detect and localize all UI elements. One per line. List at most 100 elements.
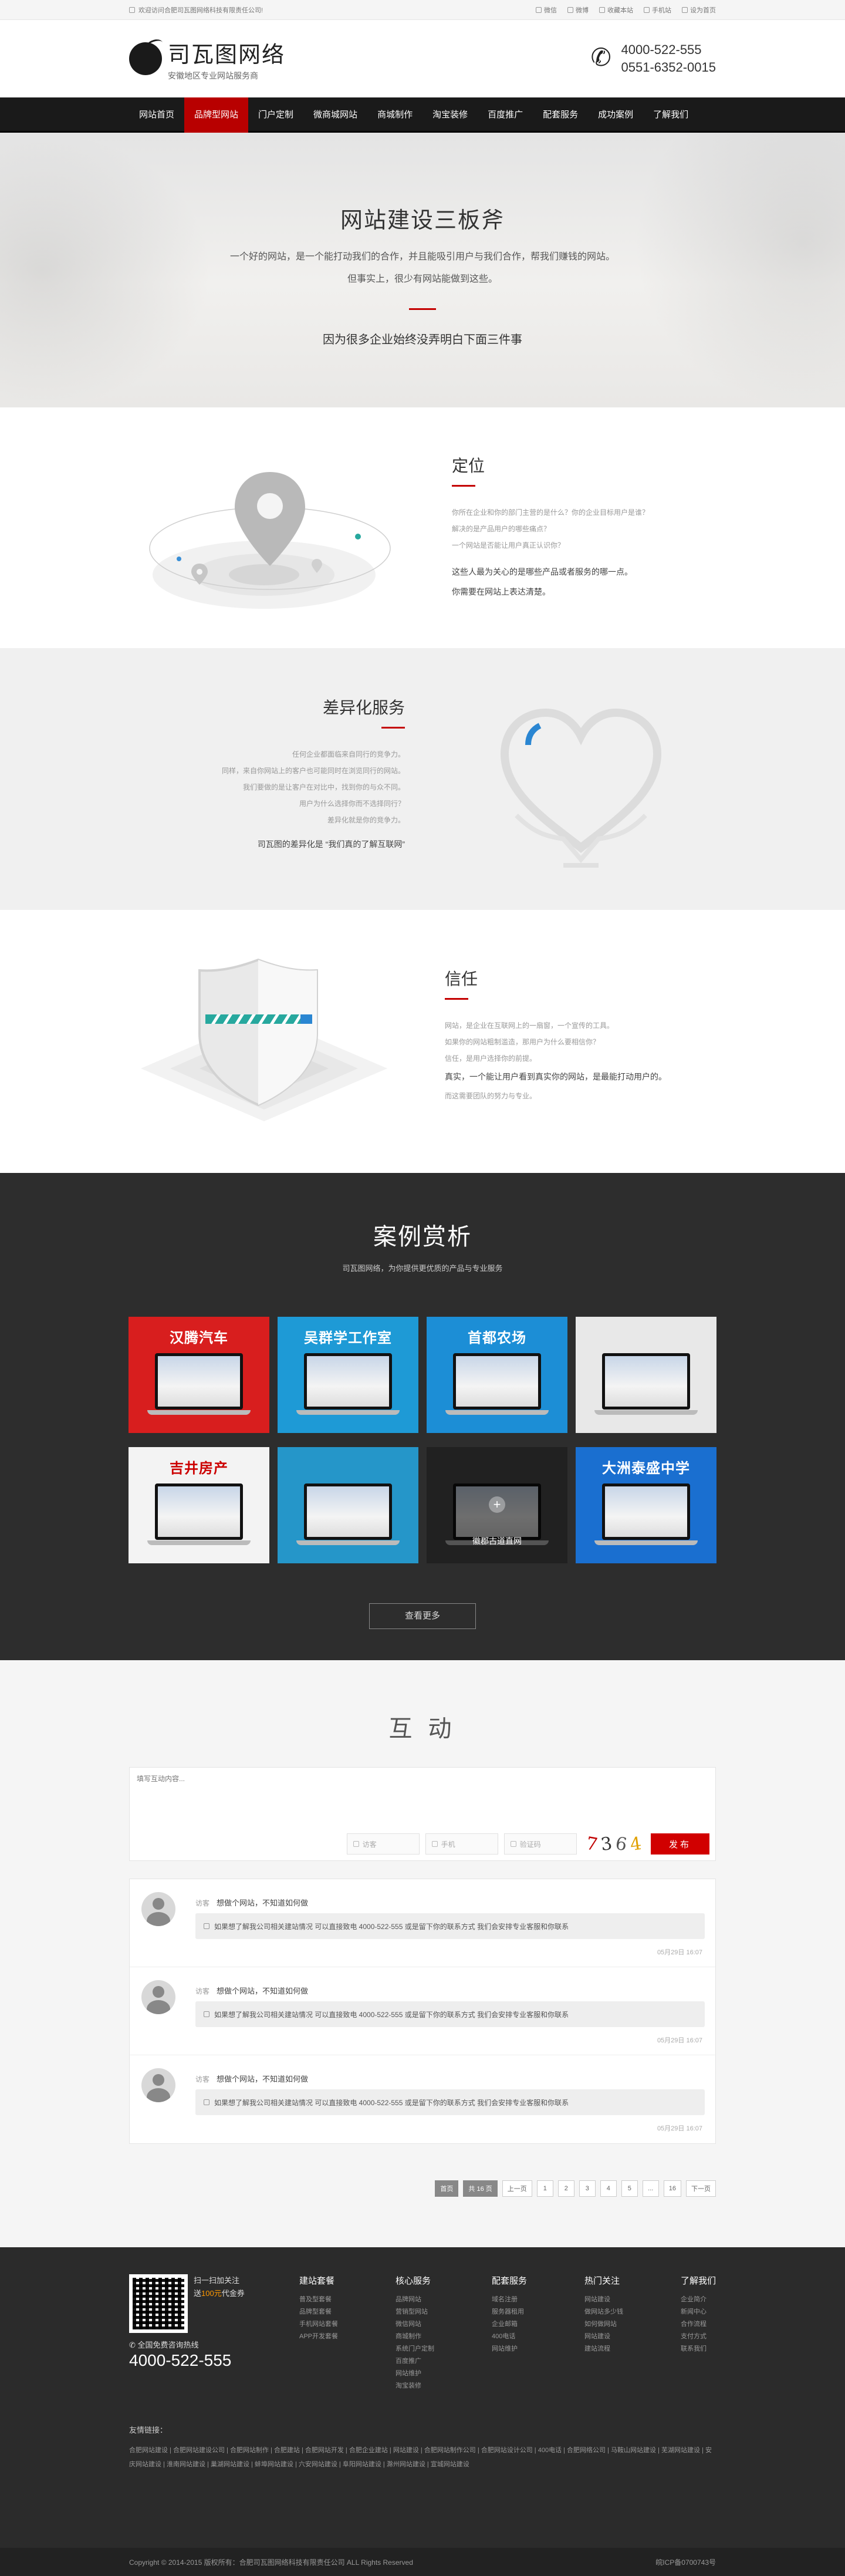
positioning-line: 解决的是产品用户的哪些痛点？ <box>452 525 551 533</box>
top-link[interactable]: 微博 <box>567 5 589 15</box>
comment-textarea[interactable] <box>137 1773 709 1830</box>
submit-button[interactable]: 发布 <box>651 1833 709 1855</box>
case-card[interactable]: 吴群学工作室 <box>278 1317 418 1433</box>
avatar <box>141 2068 175 2102</box>
captcha-field[interactable]: 验证码 <box>503 1833 577 1855</box>
captcha-char: 3 <box>599 1833 614 1855</box>
nav-item[interactable]: 微商城网站 <box>303 97 367 133</box>
case-card[interactable]: 大洲泰盛中学 <box>576 1447 716 1563</box>
footer-link[interactable]: 新闻中心 <box>681 2306 716 2318</box>
footer-column: 配套服务域名注册 服务器租用 企业邮箱 400电话 网站维护 <box>492 2274 527 2392</box>
footer-link[interactable]: 域名注册 <box>492 2294 527 2306</box>
page-button[interactable]: 4 <box>600 2180 617 2197</box>
footer-link[interactable]: APP开发套餐 <box>299 2331 338 2343</box>
page-button[interactable]: 3 <box>579 2180 596 2197</box>
phone-small-icon: ✆ <box>129 2341 138 2349</box>
footer-link[interactable]: 建站流程 <box>584 2343 623 2355</box>
footer-link[interactable]: 网站建设 <box>584 2331 623 2343</box>
footer-link[interactable]: 普及型套餐 <box>299 2294 338 2306</box>
case-card[interactable]: 汉腾汽车 <box>129 1317 269 1433</box>
cases-subtitle: 司瓦图网络，为你提供更优质的产品与专业服务 <box>342 1264 503 1273</box>
footer-link[interactable]: 淘宝装修 <box>396 2380 434 2392</box>
comment-reply-text: 如果想了解我公司相关建站情况 可以直接致电 4000-522-555 或是留下你… <box>214 1922 569 1931</box>
case-card[interactable]: 吉井房产 <box>129 1447 269 1563</box>
case-card[interactable]: 首都农场 <box>427 1317 567 1433</box>
footer-link[interactable]: 400电话 <box>492 2331 527 2343</box>
top-link[interactable]: 设为首页 <box>682 5 716 15</box>
case-grid: 汉腾汽车 吴群学工作室 首都农场吉井房产 + 徽郡古道直网 大洲泰盛中学 <box>129 1317 716 1563</box>
phone-field[interactable]: 手机 <box>425 1833 498 1855</box>
page-button[interactable]: 5 <box>621 2180 638 2197</box>
nav-item[interactable]: 门户定制 <box>248 97 303 133</box>
page-button[interactable]: 2 <box>557 2180 574 2197</box>
page-button[interactable]: 下一页 <box>686 2180 716 2197</box>
pagination: 首页共 16 页上一页 1 2 3 4 5... 16 下一页 <box>129 2180 716 2197</box>
trust-line: 如果你的网站粗制滥造，那用户为什么要相信你？ <box>445 1038 600 1046</box>
footer-link[interactable]: 品牌型套餐 <box>299 2306 338 2318</box>
copyright-text: Copyright © 2014-2015 版权所有：合肥司瓦图网络科技有限责任… <box>129 2558 413 2567</box>
banner-subtitle: 因为很多企业始终没弄明白下面三件事 <box>323 333 522 346</box>
footer-link[interactable]: 百度推广 <box>396 2355 434 2368</box>
comment-reply: 如果想了解我公司相关建站情况 可以直接致电 4000-522-555 或是留下你… <box>195 2089 705 2115</box>
nav-item[interactable]: 百度推广 <box>478 97 533 133</box>
nav-item[interactable]: 配套服务 <box>533 97 588 133</box>
footer-link[interactable]: 如何做网站 <box>584 2318 623 2331</box>
page-button[interactable]: 上一页 <box>502 2180 532 2197</box>
trust-note: 而这需要团队的努力与专业。 <box>445 1092 537 1100</box>
page-button[interactable]: 1 <box>536 2180 553 2197</box>
case-card[interactable] <box>576 1317 716 1433</box>
logo[interactable]: 司瓦图网络 安徽地区专业网站服务商 <box>129 36 285 82</box>
differentiation-line: 同样，来自你网站上的客户也可能同时在浏览同行的网站。 <box>221 767 405 775</box>
footer-link[interactable]: 网站维护 <box>396 2368 434 2380</box>
nav-item[interactable]: 商城制作 <box>367 97 422 133</box>
page-button[interactable]: 16 <box>663 2180 681 2197</box>
hotline-primary: 4000-522-555 <box>621 42 702 57</box>
page-button[interactable]: ... <box>642 2180 659 2197</box>
top-link[interactable]: 微信 <box>536 5 557 15</box>
footer-link[interactable]: 企业邮箱 <box>492 2318 527 2331</box>
plus-icon[interactable]: + <box>489 1496 505 1513</box>
comment-time: 05月29日 16:07 <box>657 2037 702 2044</box>
nav-item[interactable]: 淘宝装修 <box>422 97 478 133</box>
icp-number[interactable]: 皖ICP备0700743号 <box>655 2557 716 2567</box>
nav-item[interactable]: 品牌型网站 <box>184 97 249 133</box>
footer-column: 了解我们 企业简介 新闻中心 合作流程 支付方式 联系我们 <box>681 2274 716 2392</box>
page-button[interactable]: 首页 <box>435 2180 459 2197</box>
comment-item: 访客 想做个网站，不知道如何做 如果想了解我公司相关建站情况 可以直接致电 4000… <box>130 1967 715 2055</box>
footer-column-title: 配套服务 <box>491 2276 527 2286</box>
footer-link[interactable]: 网站建设 <box>584 2294 623 2306</box>
nav-item[interactable]: 成功案例 <box>588 97 643 133</box>
friend-links-list[interactable]: 合肥网站建设 | 合肥网站建设公司 | 合肥网站制作 | 合肥建站 | 合肥网站… <box>129 2443 716 2472</box>
footer-link[interactable]: 合作流程 <box>681 2318 716 2331</box>
cases-title: 案例赏析 <box>373 1224 472 1250</box>
captcha-image[interactable]: 7364 <box>584 1833 643 1855</box>
nav-item[interactable]: 了解我们 <box>643 97 698 133</box>
footer-column: 建站套餐 普及型套餐 品牌型套餐 手机网站套餐 APP开发套餐 <box>299 2274 338 2392</box>
footer-link[interactable]: 支付方式 <box>681 2331 716 2343</box>
footer-link[interactable]: 手机网站套餐 <box>299 2318 338 2331</box>
footer-link[interactable]: 服务器租用 <box>492 2306 527 2318</box>
footer-link[interactable]: 商城制作 <box>396 2331 434 2343</box>
nav-item[interactable]: 网站首页 <box>129 97 184 133</box>
top-link[interactable]: 收藏本站 <box>599 5 633 15</box>
page-button[interactable]: 共 16 页 <box>463 2180 498 2197</box>
hotline-secondary: 0551-6352-0015 <box>621 60 716 75</box>
case-card[interactable] <box>278 1447 418 1563</box>
case-card[interactable]: + 徽郡古道直网 <box>427 1447 567 1563</box>
home-icon <box>129 7 135 13</box>
footer-link[interactable]: 系统门户定制 <box>396 2343 434 2355</box>
banner-line-2: 但事实上，很少有网站能做到这些。 <box>347 274 498 284</box>
footer-link[interactable]: 联系我们 <box>681 2343 716 2355</box>
footer-link[interactable]: 品牌网站 <box>396 2294 434 2306</box>
footer-link[interactable]: 网站维护 <box>492 2343 527 2355</box>
top-link[interactable]: 手机站 <box>644 5 671 15</box>
view-more-button[interactable]: 查看更多 <box>369 1603 476 1629</box>
captcha-char: 6 <box>613 1833 628 1855</box>
footer-link[interactable]: 企业简介 <box>681 2294 716 2306</box>
footer-link[interactable]: 营销型网站 <box>396 2306 434 2318</box>
trust-line: 网站，是企业在互联网上的一扇窗，一个宣传的工具。 <box>445 1021 614 1030</box>
footer-link[interactable]: 做网站多少钱 <box>584 2306 623 2318</box>
footer-link[interactable]: 微信网站 <box>396 2318 434 2331</box>
top-link-label: 手机站 <box>652 7 671 14</box>
visitor-name-field[interactable]: 访客 <box>346 1833 420 1855</box>
